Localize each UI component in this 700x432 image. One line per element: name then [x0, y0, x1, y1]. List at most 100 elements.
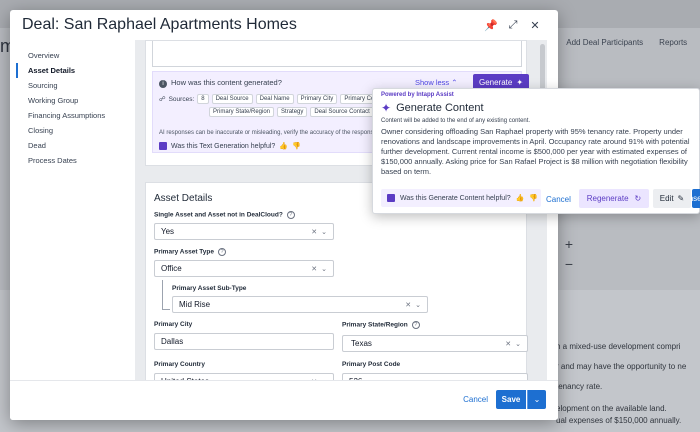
sources-count: 8 — [197, 94, 209, 104]
state-value: Texas — [351, 339, 372, 348]
post-code-label: Primary Post Code — [342, 361, 401, 368]
sidebar-item-financing-assumptions[interactable]: Financing Assumptions — [16, 108, 136, 123]
state-select[interactable]: Texas ✕ ⌄ — [342, 335, 528, 352]
assist-logo-icon — [159, 142, 167, 150]
chevron-down-icon[interactable]: ⌄ — [415, 301, 421, 309]
single-asset-select[interactable]: Yes ✕ ⌄ — [154, 223, 334, 240]
city-input[interactable]: Dallas — [154, 333, 334, 350]
thumbs-up-icon[interactable]: 👍 — [516, 194, 525, 202]
save-button[interactable]: Save — [496, 390, 526, 409]
feedback-question: Was this Text Generation helpful? — [171, 142, 276, 150]
chevron-down-icon[interactable]: ⌄ — [321, 265, 327, 273]
state-label: Primary State/Region? — [342, 321, 420, 329]
source-chip[interactable]: Primary City — [296, 94, 338, 104]
pin-icon[interactable]: 📌 — [480, 19, 502, 32]
single-asset-label: Single Asset and Asset not in DealCloud?… — [154, 211, 295, 219]
modal-footer: Cancel Save ⌄ — [10, 380, 558, 420]
sources-label: Sources: — [168, 95, 195, 103]
zoom-out-icon[interactable]: − — [560, 256, 578, 274]
sources-list: ☍ Sources: 8 Deal Source Deal Name Prima… — [159, 94, 389, 117]
ai-question[interactable]: i How was this content generated? — [159, 78, 282, 88]
country-label: Primary Country — [154, 361, 205, 368]
asset-type-label: Primary Asset Type? — [154, 248, 226, 256]
sidebar-item-working-group[interactable]: Working Group — [16, 93, 136, 108]
sidebar-item-sourcing[interactable]: Sourcing — [16, 78, 136, 93]
regenerate-label: Regenerate — [586, 194, 629, 203]
sidebar-item-closing[interactable]: Closing — [16, 123, 136, 138]
state-label-text: Primary State/Region — [342, 321, 408, 329]
background-text-line: r and may have the opportunity to ne — [556, 362, 687, 371]
single-asset-value: Yes — [161, 227, 175, 236]
assist-logo-icon — [387, 194, 395, 202]
generate-content-popover: Powered by Intapp Assist ✦ Generate Conte… — [372, 88, 700, 214]
cancel-button[interactable]: Cancel — [463, 395, 488, 404]
clear-icon[interactable]: ✕ — [505, 340, 511, 348]
chevron-up-icon: ⌃ — [451, 78, 458, 87]
sidebar-item-overview[interactable]: Overview — [16, 48, 136, 63]
powered-by-label: Powered by Intapp Assist — [381, 92, 454, 98]
pencil-icon: ✎ — [677, 194, 685, 203]
sub-type-label: Primary Asset Sub-Type — [172, 285, 247, 292]
source-chip[interactable]: Strategy — [277, 107, 308, 117]
chevron-down-icon[interactable]: ⌄ — [321, 228, 327, 236]
help-icon[interactable]: ? — [411, 321, 420, 329]
background-nav: als Add Deal Participants Reports — [540, 38, 700, 47]
source-chip[interactable]: Deal Source Contact — [310, 107, 374, 117]
clear-icon[interactable]: ✕ — [311, 265, 317, 273]
save-options-chevron-icon[interactable]: ⌄ — [527, 390, 546, 409]
modal-header: Deal: San Raphael Apartments Homes 📌 ⤢ ✕ — [10, 10, 558, 40]
background-text-line: h a mixed-use development compri — [556, 342, 681, 351]
sidebar-item-process-dates[interactable]: Process Dates — [16, 153, 136, 168]
regenerate-button[interactable]: Regenerate ↻ — [579, 189, 649, 208]
popover-title-text: Generate Content — [396, 102, 484, 114]
section-title: Asset Details — [154, 193, 213, 204]
insert-label: Insert — [692, 194, 700, 203]
modal-sidebar: Overview Asset Details Sourcing Working … — [16, 48, 136, 168]
text-area[interactable] — [152, 41, 522, 67]
ai-warning-text: AI responses can be inaccurate or mislea… — [159, 130, 399, 136]
sub-type-select[interactable]: Mid Rise ✕ ⌄ — [172, 296, 428, 313]
help-icon[interactable]: ? — [217, 248, 226, 256]
zoom-in-icon[interactable]: + — [560, 236, 578, 254]
thumbs-up-icon[interactable]: 👍 — [279, 142, 288, 150]
chevron-down-icon[interactable]: ⌄ — [515, 340, 521, 348]
expand-icon[interactable]: ⤢ — [502, 19, 524, 32]
sub-type-bracket — [162, 280, 170, 310]
thumbs-down-icon[interactable]: 👎 — [292, 142, 301, 150]
city-label: Primary City — [154, 321, 193, 328]
show-less-label: Show less — [415, 78, 450, 87]
info-icon: i — [159, 80, 167, 88]
generated-content-text: Owner considering offloading San Raphael… — [381, 127, 690, 175]
background-nav-item[interactable]: Reports — [659, 38, 687, 47]
link-icon: ☍ — [159, 96, 166, 103]
feedback-question: Was this Generate Content helpful? — [400, 194, 511, 202]
sparkle-icon: ✦ — [381, 101, 392, 115]
asset-type-select[interactable]: Office ✕ ⌄ — [154, 260, 334, 277]
single-asset-label-text: Single Asset and Asset not in DealCloud? — [154, 211, 283, 219]
help-icon[interactable]: ? — [286, 211, 295, 219]
background-text-line: elopment on the available land. — [556, 404, 667, 413]
asset-type-label-text: Primary Asset Type — [154, 248, 214, 256]
sub-type-value: Mid Rise — [179, 300, 211, 309]
modal-title: Deal: San Raphael Apartments Homes — [22, 16, 297, 33]
show-less-link[interactable]: Show less ⌃ — [415, 78, 458, 87]
city-value: Dallas — [161, 337, 184, 346]
edit-button[interactable]: Edit ✎ — [653, 189, 691, 208]
source-chip[interactable]: Primary State/Region — [209, 107, 275, 117]
generate-label: Generate — [478, 78, 513, 87]
sidebar-item-dead[interactable]: Dead — [16, 138, 136, 153]
sidebar-item-asset-details[interactable]: Asset Details — [16, 63, 136, 78]
clear-icon[interactable]: ✕ — [405, 301, 411, 309]
background-nav-item[interactable]: Add Deal Participants — [566, 38, 643, 47]
edit-label: Edit — [659, 194, 674, 203]
clear-icon[interactable]: ✕ — [311, 228, 317, 236]
close-icon[interactable]: ✕ — [524, 19, 546, 32]
source-chip[interactable]: Deal Name — [255, 94, 294, 104]
insert-button[interactable]: Insert — [692, 189, 700, 208]
ai-question-text: How was this content generated? — [171, 78, 282, 87]
popover-note: Content will be added to the end of any … — [381, 118, 531, 124]
popover-cancel-button[interactable]: Cancel — [546, 195, 571, 204]
sparkle-icon: ✦ — [516, 78, 524, 87]
source-chip[interactable]: Deal Source — [211, 94, 253, 104]
thumbs-down-icon[interactable]: 👎 — [529, 194, 538, 202]
